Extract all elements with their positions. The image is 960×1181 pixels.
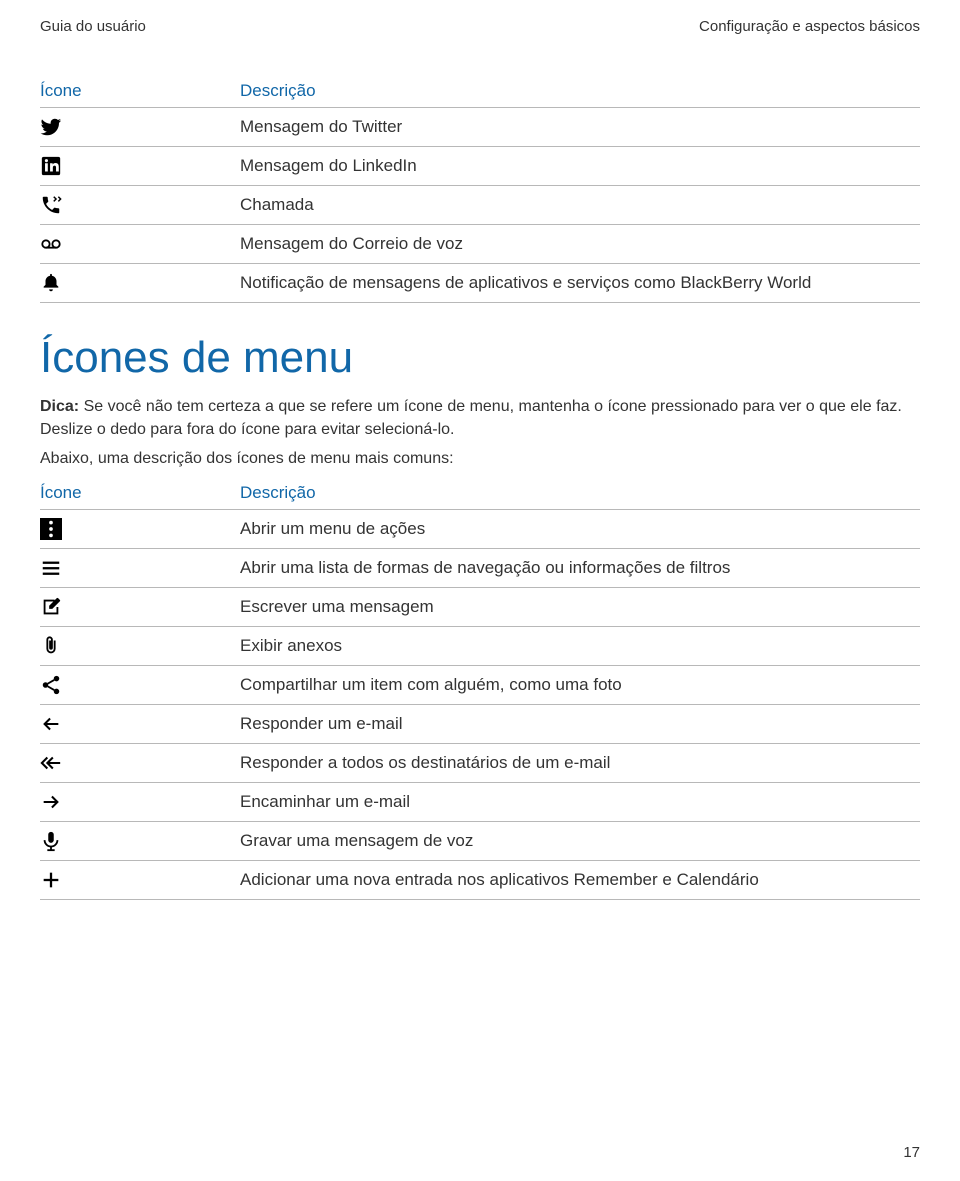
table-row: Compartilhar um item com alguém, como um… [40,666,920,705]
table-row: Mensagem do LinkedIn [40,147,920,186]
reply-icon [40,713,240,735]
forward-icon [40,791,240,813]
table2-head-icon: Ícone [40,483,240,503]
table-row: Abrir um menu de ações [40,510,920,549]
share-icon [40,674,240,696]
plus-icon [40,869,240,891]
table-row: Mensagem do Correio de voz [40,225,920,264]
table-row: Encaminhar um e-mail [40,783,920,822]
table-row: Responder um e-mail [40,705,920,744]
voicemail-icon [40,233,240,255]
table-row: Abrir uma lista de formas de navegação o… [40,549,920,588]
row-desc: Escrever uma mensagem [240,597,920,617]
row-desc: Chamada [240,195,920,215]
row-desc: Abrir um menu de ações [240,519,920,539]
more-actions-icon [40,518,240,540]
bell-icon [40,272,240,294]
table-row: Responder a todos os destinatários de um… [40,744,920,783]
tip-paragraph: Dica: Se você não tem certeza a que se r… [40,395,920,441]
table1-head-icon: Ícone [40,81,240,101]
call-icon [40,194,240,216]
row-desc: Gravar uma mensagem de voz [240,831,920,851]
row-desc: Adicionar uma nova entrada nos aplicativ… [240,870,920,890]
row-desc: Abrir uma lista de formas de navegação o… [240,558,920,578]
compose-icon [40,596,240,618]
attachment-icon [40,635,240,657]
page: Guia do usuário Configuração e aspectos … [0,0,960,1181]
row-desc: Mensagem do Correio de voz [240,234,920,254]
header-right: Configuração e aspectos básicos [699,18,920,35]
page-number: 17 [903,1144,920,1161]
table2-head-desc: Descrição [240,483,920,503]
row-desc: Compartilhar um item com alguém, como um… [240,675,920,695]
table1-head-desc: Descrição [240,81,920,101]
tip-text: Se você não tem certeza a que se refere … [40,398,902,438]
reply-all-icon [40,752,240,774]
table-row: Chamada [40,186,920,225]
table-row: Notificação de mensagens de aplicativos … [40,264,920,303]
page-header: Guia do usuário Configuração e aspectos … [40,18,920,35]
header-left: Guia do usuário [40,18,146,35]
table-row: Gravar uma mensagem de voz [40,822,920,861]
section-title: Ícones de menu [40,333,920,383]
row-desc: Notificação de mensagens de aplicativos … [240,273,920,293]
tip-label: Dica: [40,398,79,415]
microphone-icon [40,830,240,852]
table-row: Exibir anexos [40,627,920,666]
table-row: Mensagem do Twitter [40,108,920,147]
twitter-icon [40,116,240,138]
row-desc: Mensagem do Twitter [240,117,920,137]
row-desc: Exibir anexos [240,636,920,656]
row-desc: Responder a todos os destinatários de um… [240,753,920,773]
hamburger-icon [40,557,240,579]
table-row: Adicionar uma nova entrada nos aplicativ… [40,861,920,900]
row-desc: Encaminhar um e-mail [240,792,920,812]
table-row: Escrever uma mensagem [40,588,920,627]
table1-head: Ícone Descrição [40,75,920,108]
linkedin-icon [40,155,240,177]
table2-head: Ícone Descrição [40,477,920,510]
row-desc: Responder um e-mail [240,714,920,734]
intro2: Abaixo, uma descrição dos ícones de menu… [40,447,920,470]
row-desc: Mensagem do LinkedIn [240,156,920,176]
